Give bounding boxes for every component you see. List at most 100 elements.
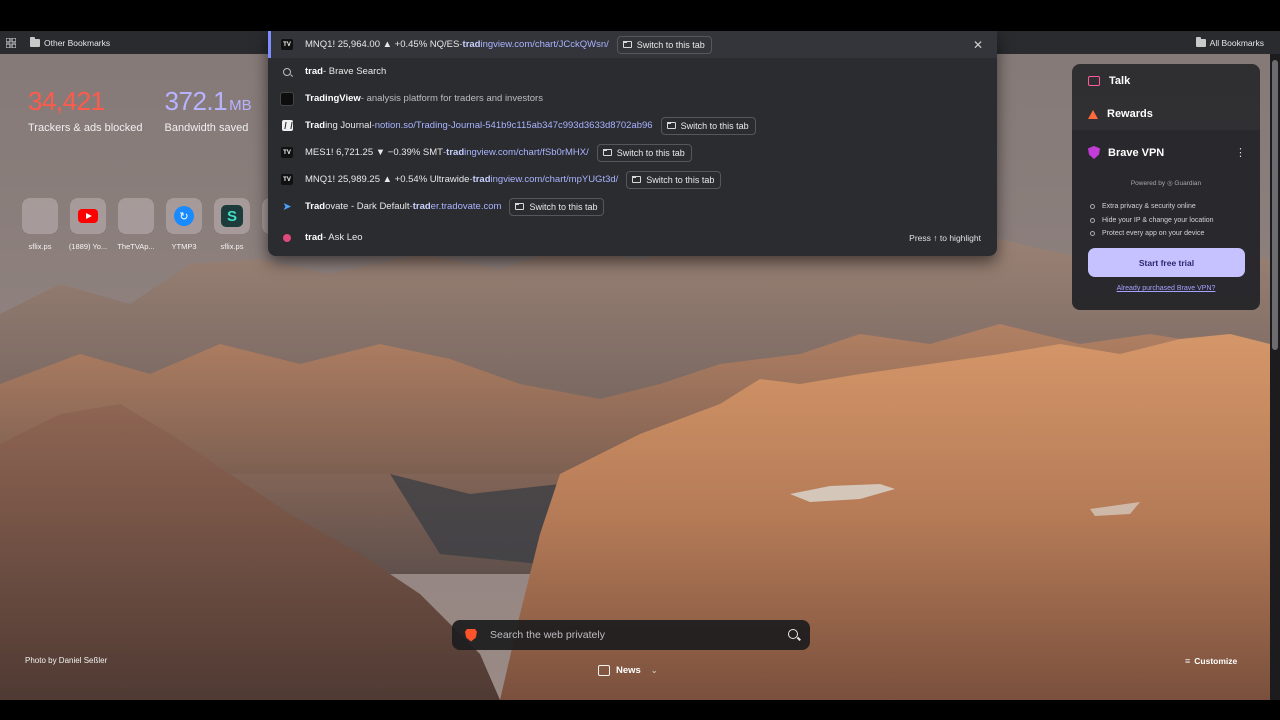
- feature-item: Protect every app on your device: [1090, 227, 1214, 241]
- all-bookmarks-label: All Bookmarks: [1209, 37, 1264, 48]
- customize-button[interactable]: ≡ Customize: [1185, 656, 1237, 666]
- search-icon: [280, 65, 294, 79]
- top-site-tile[interactable]: ↻ YTMP3: [166, 198, 202, 251]
- feature-text: Hide your IP & change your location: [1102, 216, 1214, 224]
- tradovate-icon: ➤: [282, 201, 292, 213]
- top-site-tile[interactable]: S sflix.ps: [214, 198, 250, 251]
- bandwidth-label: Bandwidth saved: [164, 122, 249, 134]
- omnibox-suggestions: TV MNQ1! 25,964.00 ▲ +0.45% NQ/ES - trad…: [268, 31, 997, 256]
- suggestion-match: trad: [305, 232, 323, 243]
- keyboard-hint: Press ↑ to highlight: [909, 232, 981, 243]
- tradingview-icon: [280, 91, 294, 106]
- search-icon[interactable]: [788, 629, 798, 639]
- switch-label: Switch to this tab: [646, 174, 715, 185]
- suggestion-url: tradingview.com/chart/mpYUGt3d/: [473, 174, 619, 185]
- brave-logo-icon: [465, 628, 477, 642]
- url-match: trad: [462, 39, 481, 50]
- search-box[interactable]: Search the web privately: [452, 620, 810, 650]
- site-icon: [22, 198, 58, 234]
- suggestion-row[interactable]: TV MNQ1! 25,964.00 ▲ +0.45% NQ/ES - trad…: [268, 31, 997, 58]
- switch-to-tab-button[interactable]: Switch to this tab: [509, 197, 605, 216]
- vpn-title: Brave VPN: [1088, 146, 1164, 159]
- suggestion-row[interactable]: TradingView - analysis platform for trad…: [268, 85, 997, 112]
- rewards-widget[interactable]: Rewards: [1088, 108, 1153, 120]
- switch-to-tab-button[interactable]: Switch to this tab: [616, 35, 712, 54]
- top-site-tile[interactable]: sflix.ps: [22, 198, 58, 251]
- close-icon[interactable]: ✕: [973, 38, 983, 52]
- url-rest: ingview.com/chart/fSb0rMHX/: [464, 147, 589, 158]
- feature-text: Protect every app on your device: [1102, 230, 1205, 238]
- trackers-value: 34,421: [28, 86, 105, 116]
- suggestion-url: tradingview.com/chart/JCckQWsn/: [463, 39, 609, 50]
- grid-icon[interactable]: [0, 31, 22, 54]
- top-sites: sflix.ps (1889) Yo... TheTVAp... ↻ YTMP3…: [22, 198, 298, 251]
- suggestion-url: tradingview.com/chart/fSb0rMHX/: [446, 147, 589, 158]
- rewards-icon: [1088, 109, 1098, 119]
- bandwidth-value: 372.1: [164, 86, 228, 116]
- suggestion-row[interactable]: ➤ Trad ovate - Dark Default - trader.trad…: [268, 193, 997, 220]
- url-rest: ingview.com/chart/JCckQWsn/: [480, 39, 609, 50]
- suggestion-row[interactable]: TV MES1! 6,721.25 ▼ −0.39% SMT - trading…: [268, 139, 997, 166]
- start-free-trial-button[interactable]: Start free trial: [1088, 248, 1245, 277]
- folder-icon: [30, 36, 40, 47]
- tab-icon: [622, 41, 632, 48]
- other-bookmarks-folder[interactable]: Other Bookmarks: [22, 36, 118, 48]
- tab-icon: [666, 122, 676, 129]
- other-bookmarks-label: Other Bookmarks: [44, 37, 111, 48]
- talk-widget[interactable]: Talk: [1088, 75, 1130, 87]
- search-input[interactable]: Search the web privately: [490, 629, 605, 641]
- already-purchased-link[interactable]: Already purchased Brave VPN?: [1072, 285, 1260, 292]
- youtube-icon: [70, 198, 106, 234]
- suggestion-row[interactable]: Trad ing Journal - notion.so/Trading-Jour…: [268, 112, 997, 139]
- letterbox-bottom: [0, 700, 1280, 720]
- sflix-icon: S: [214, 198, 250, 234]
- top-site-tile[interactable]: (1889) Yo...: [68, 198, 108, 251]
- suggestion-title: - Brave Search: [322, 66, 387, 77]
- vpn-title-label: Brave VPN: [1108, 146, 1165, 159]
- folder-icon: [1195, 36, 1206, 47]
- suggestion-row[interactable]: trad - Ask Leo Press ↑ to highlight: [268, 224, 997, 251]
- trackers-label: Trackers & ads blocked: [28, 122, 143, 134]
- check-icon: [1090, 231, 1095, 237]
- notion-icon: [280, 119, 294, 133]
- vpn-features: Extra privacy & security online Hide you…: [1090, 200, 1214, 241]
- shield-icon: [1088, 146, 1100, 159]
- suggestion-match: Trad: [305, 120, 326, 131]
- switch-label: Switch to this tab: [616, 147, 685, 158]
- tradingview-icon: TV: [280, 38, 294, 52]
- switch-label: Switch to this tab: [680, 120, 749, 131]
- top-site-label: (1889) Yo...: [68, 242, 108, 251]
- suggestion-title: MNQ1! 25,989.25 ▲ +0.54% Ultrawide: [305, 174, 470, 185]
- more-options-icon[interactable]: ⋮: [1235, 146, 1246, 159]
- tab-icon: [515, 203, 525, 210]
- suggestion-title: ovate - Dark Default: [325, 201, 410, 212]
- feature-item: Extra privacy & security online: [1090, 200, 1214, 214]
- suggestion-match: trad: [305, 66, 323, 77]
- sliders-icon: ≡: [1185, 656, 1191, 666]
- top-site-label: YTMP3: [171, 242, 197, 251]
- trackers-stat: 34,421 Trackers & ads blocked: [28, 86, 143, 134]
- switch-to-tab-button[interactable]: Switch to this tab: [596, 143, 692, 162]
- tab-icon: [602, 149, 612, 156]
- top-site-tile[interactable]: TheTVAp...: [117, 198, 155, 251]
- switch-label: Switch to this tab: [529, 201, 598, 212]
- chevron-down-icon: ⌄: [650, 666, 658, 675]
- url-match: trad: [412, 201, 431, 212]
- url-rest: er.tradovate.com: [430, 201, 502, 212]
- customize-label: Customize: [1194, 656, 1238, 666]
- switch-to-tab-button[interactable]: Switch to this tab: [626, 170, 722, 189]
- news-toggle[interactable]: News ⌄: [598, 665, 658, 676]
- site-icon: [118, 198, 154, 234]
- switch-to-tab-button[interactable]: Switch to this tab: [660, 116, 756, 135]
- scrollbar-thumb[interactable]: [1272, 60, 1278, 350]
- top-site-label: sflix.ps: [28, 242, 52, 251]
- photo-credit: Photo by Daniel Seßler: [25, 656, 108, 665]
- check-icon: [1090, 217, 1095, 223]
- vpn-card: Brave VPN ⋮ Powered by ◎ Guardian Extra …: [1072, 130, 1260, 310]
- suggestion-row[interactable]: TV MNQ1! 25,989.25 ▲ +0.54% Ultrawide - …: [268, 166, 997, 193]
- suggestion-row[interactable]: trad - Brave Search: [268, 58, 997, 85]
- all-bookmarks-folder[interactable]: All Bookmarks: [1195, 31, 1264, 54]
- feature-item: Hide your IP & change your location: [1090, 214, 1214, 228]
- suggestion-match: Trad: [305, 201, 326, 212]
- rewards-label: Rewards: [1107, 108, 1153, 120]
